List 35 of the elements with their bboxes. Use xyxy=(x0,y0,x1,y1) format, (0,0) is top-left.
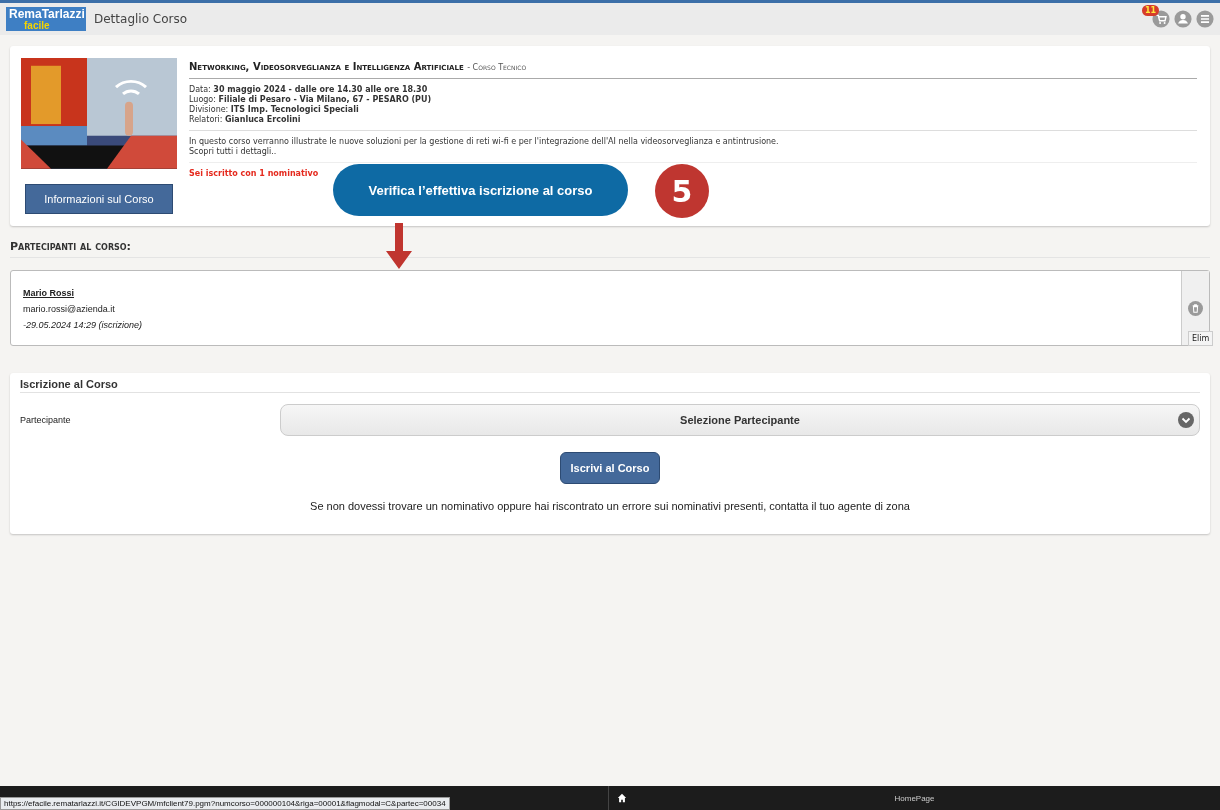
home-icon xyxy=(617,793,627,803)
section-heading: Partecipanti al corso: xyxy=(10,240,1210,258)
down-arrow-icon xyxy=(386,223,412,269)
home-tab[interactable]: HomePage xyxy=(609,786,1220,810)
logo-text: RemaTarlazzi xyxy=(8,7,86,21)
tooltip: Elim xyxy=(1188,331,1214,346)
participant-name[interactable]: Mario Rossi xyxy=(23,285,74,301)
callout-bubble: Verifica l’effettiva iscrizione al corso xyxy=(333,164,628,216)
cart-count-badge: 11 xyxy=(1142,5,1160,16)
page-title: Dettaglio Corso xyxy=(94,12,188,26)
section-title: Iscrizione al Corso xyxy=(20,373,1200,393)
course-detail: Luogo: Filiale di Pesaro - Via Milano, 67 - PESARO (PU) xyxy=(189,95,433,105)
logo[interactable]: RemaTarlazzi facile xyxy=(6,7,86,31)
field-label: Partecipante xyxy=(20,415,72,425)
participant-select[interactable]: Selezione Partecipante xyxy=(280,404,1200,436)
course-category: - Corso Tecnico xyxy=(467,63,527,72)
course-description: In questo corso verranno illustrate le nuove soluzioni per la gestione di reti wi-fi e per l'integrazione dell'AI nella videosorveglianza e antintrusione. xyxy=(189,137,780,147)
step-number-badge: 5 xyxy=(655,164,709,218)
course-detail: Divisione: ITS Imp. Tecnologici Speciali xyxy=(189,105,360,115)
logo-subtext: facile xyxy=(23,21,51,31)
enroll-button[interactable]: Iscrivi al Corso xyxy=(559,452,661,484)
course-detail: Data: 30 maggio 2024 - dalle ore 14.30 alle ore 18.30 xyxy=(189,85,429,95)
trash-icon[interactable] xyxy=(1188,300,1203,316)
help-text: Se non dovessi trovare un nominativo oppure hai riscontrato un errore sui nominativi presenti, contatta il tuo agente di zona xyxy=(309,500,911,512)
chevron-down-icon xyxy=(1178,412,1194,428)
course-title: Networking, Videosorveglianza e Intelligenza Artificiale xyxy=(189,61,464,72)
enrollment-date: -29.05.2024 14:29 (iscrizione) xyxy=(23,319,144,332)
user-icon[interactable] xyxy=(1174,10,1192,28)
participant-email: mario.rossi@azienda.it xyxy=(23,303,116,316)
status-url: https://efacile.rematarlazzi.it/CGIDEVPGM/mfclient79.pgm?numcorso=000000104&riga=00001&flagmodal=C&partec=00034 xyxy=(0,797,450,810)
menu-icon[interactable] xyxy=(1196,10,1214,28)
course-detail: Relatori: Gianluca Ercolini xyxy=(189,115,302,125)
course-info-button[interactable]: Informazioni sul Corso xyxy=(25,183,173,214)
details-link[interactable]: Scopri tutti i dettagli.. xyxy=(189,147,1197,157)
enrollment-status: Sei iscritto con 1 nominativo xyxy=(189,168,320,178)
